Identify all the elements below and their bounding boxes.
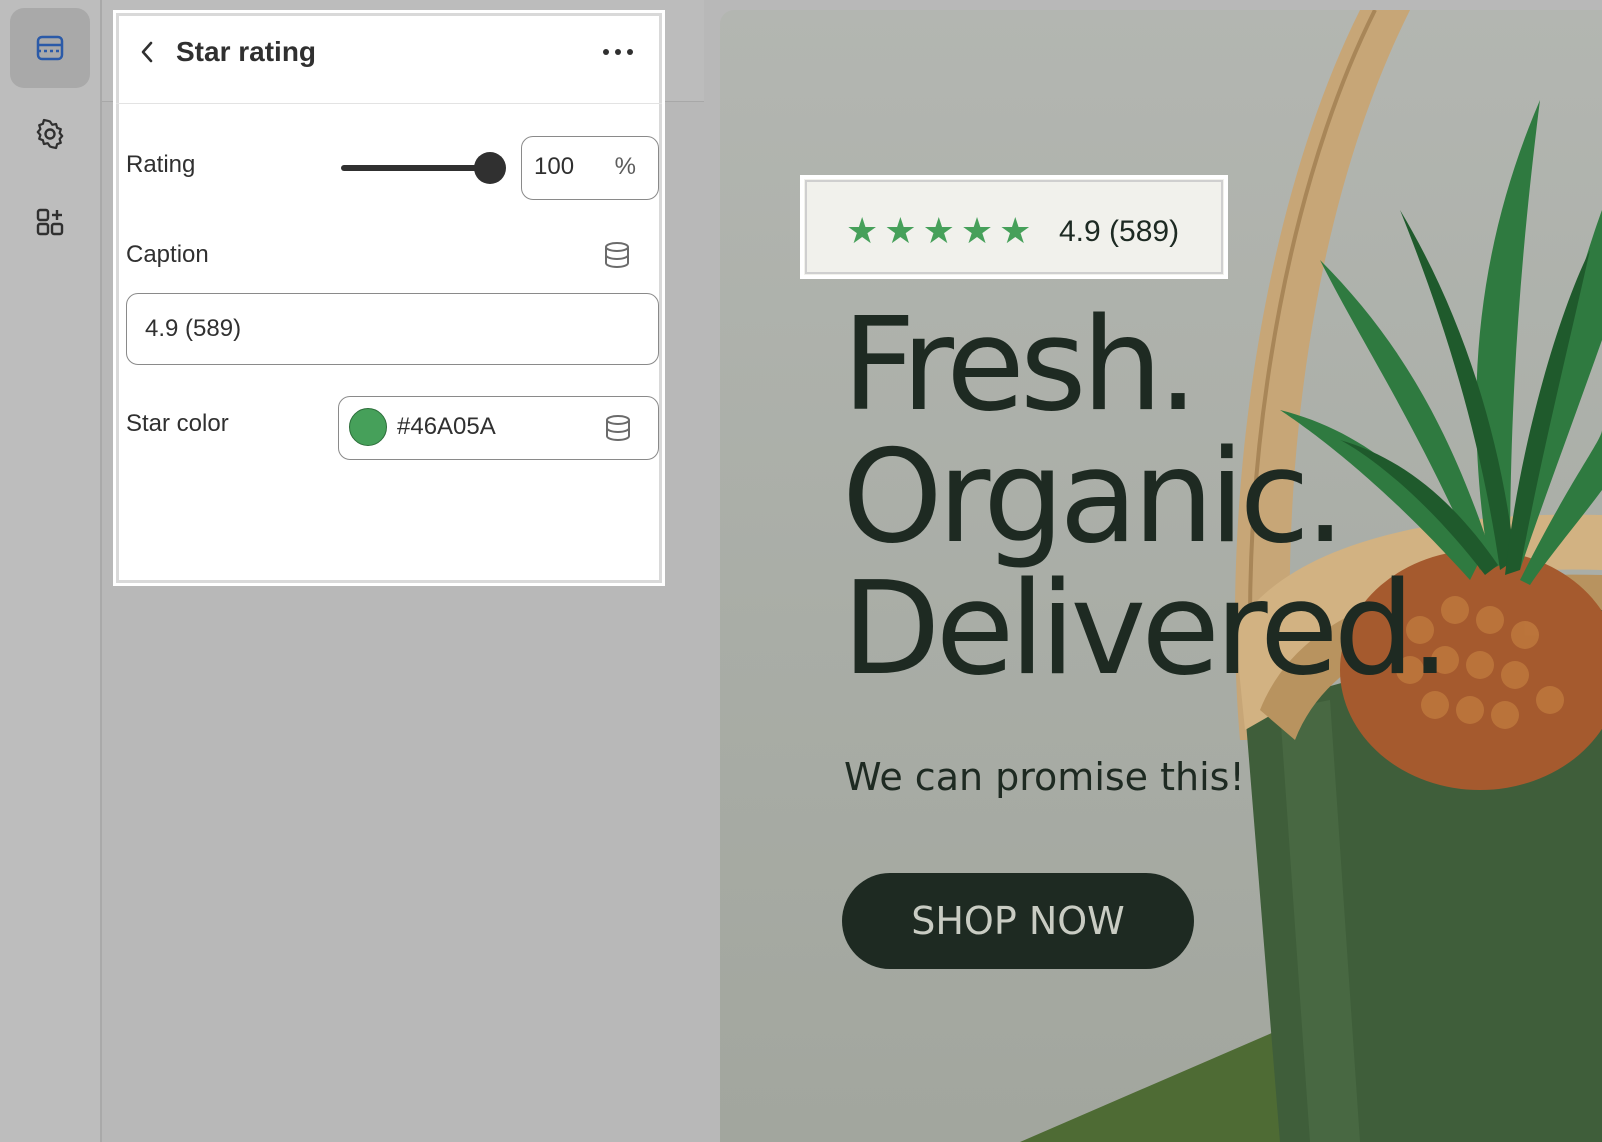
rating-label: Rating bbox=[126, 151, 196, 178]
rating-slider-track[interactable] bbox=[341, 165, 491, 171]
storefront-preview: ★ ★ ★ ★ ★ 4.9 (589) Fresh. Organic. Delivere… bbox=[720, 10, 1602, 1142]
headline-line-2: Organic. bbox=[842, 423, 1346, 572]
star-color-input[interactable]: #46A05A bbox=[338, 396, 659, 460]
apps-button[interactable] bbox=[10, 182, 90, 262]
panel-title: Star rating bbox=[176, 36, 317, 67]
headline-line-3: Delivered. bbox=[842, 555, 1450, 704]
rating-input[interactable]: 100 % bbox=[521, 136, 659, 200]
back-button[interactable] bbox=[130, 35, 164, 69]
caption-label: Caption bbox=[126, 241, 209, 268]
star-color-label: Star color bbox=[126, 410, 229, 437]
more-actions-button[interactable] bbox=[598, 37, 638, 67]
headline-line-1: Fresh. bbox=[842, 291, 1198, 440]
icon-rail bbox=[0, 0, 102, 1142]
hero-subtext: We can promise this! bbox=[844, 755, 1245, 799]
more-horizontal-icon bbox=[603, 49, 633, 55]
shop-now-button[interactable]: SHOP NOW bbox=[842, 873, 1194, 969]
hero-headline: Fresh. Organic. Delivered. bbox=[842, 291, 1450, 704]
star-rating-badge[interactable]: ★ ★ ★ ★ ★ 4.9 (589) bbox=[800, 175, 1228, 279]
sections-button[interactable] bbox=[10, 8, 90, 88]
star-icon: ★ bbox=[846, 210, 879, 251]
star-row: ★ ★ ★ ★ ★ bbox=[846, 213, 1031, 249]
caption-value: 4.9 (589) bbox=[145, 315, 242, 342]
rating-unit: % bbox=[614, 153, 636, 180]
chevron-left-icon bbox=[141, 41, 153, 63]
gear-icon bbox=[36, 118, 64, 150]
rating-value: 100 bbox=[534, 153, 575, 180]
dynamic-source-icon[interactable] bbox=[603, 413, 633, 443]
sections-icon bbox=[36, 35, 64, 61]
star-rating-settings-panel: Star rating Rating 100 % Caption 4.9 (58… bbox=[113, 10, 665, 586]
star-icon: ★ bbox=[960, 210, 994, 251]
star-color-value: #46A05A bbox=[397, 413, 496, 440]
add-app-icon bbox=[36, 208, 64, 236]
panel-header: Star rating bbox=[116, 13, 662, 104]
color-swatch[interactable] bbox=[349, 408, 387, 446]
star-icon: ★ bbox=[999, 210, 1032, 251]
settings-button[interactable] bbox=[10, 94, 90, 174]
rating-slider-thumb[interactable] bbox=[474, 152, 506, 184]
rating-caption: 4.9 (589) bbox=[1059, 215, 1180, 248]
star-icon: ★ bbox=[884, 210, 917, 251]
caption-input[interactable]: 4.9 (589) bbox=[126, 293, 659, 365]
dynamic-source-icon[interactable] bbox=[602, 240, 632, 270]
star-icon: ★ bbox=[922, 210, 955, 251]
